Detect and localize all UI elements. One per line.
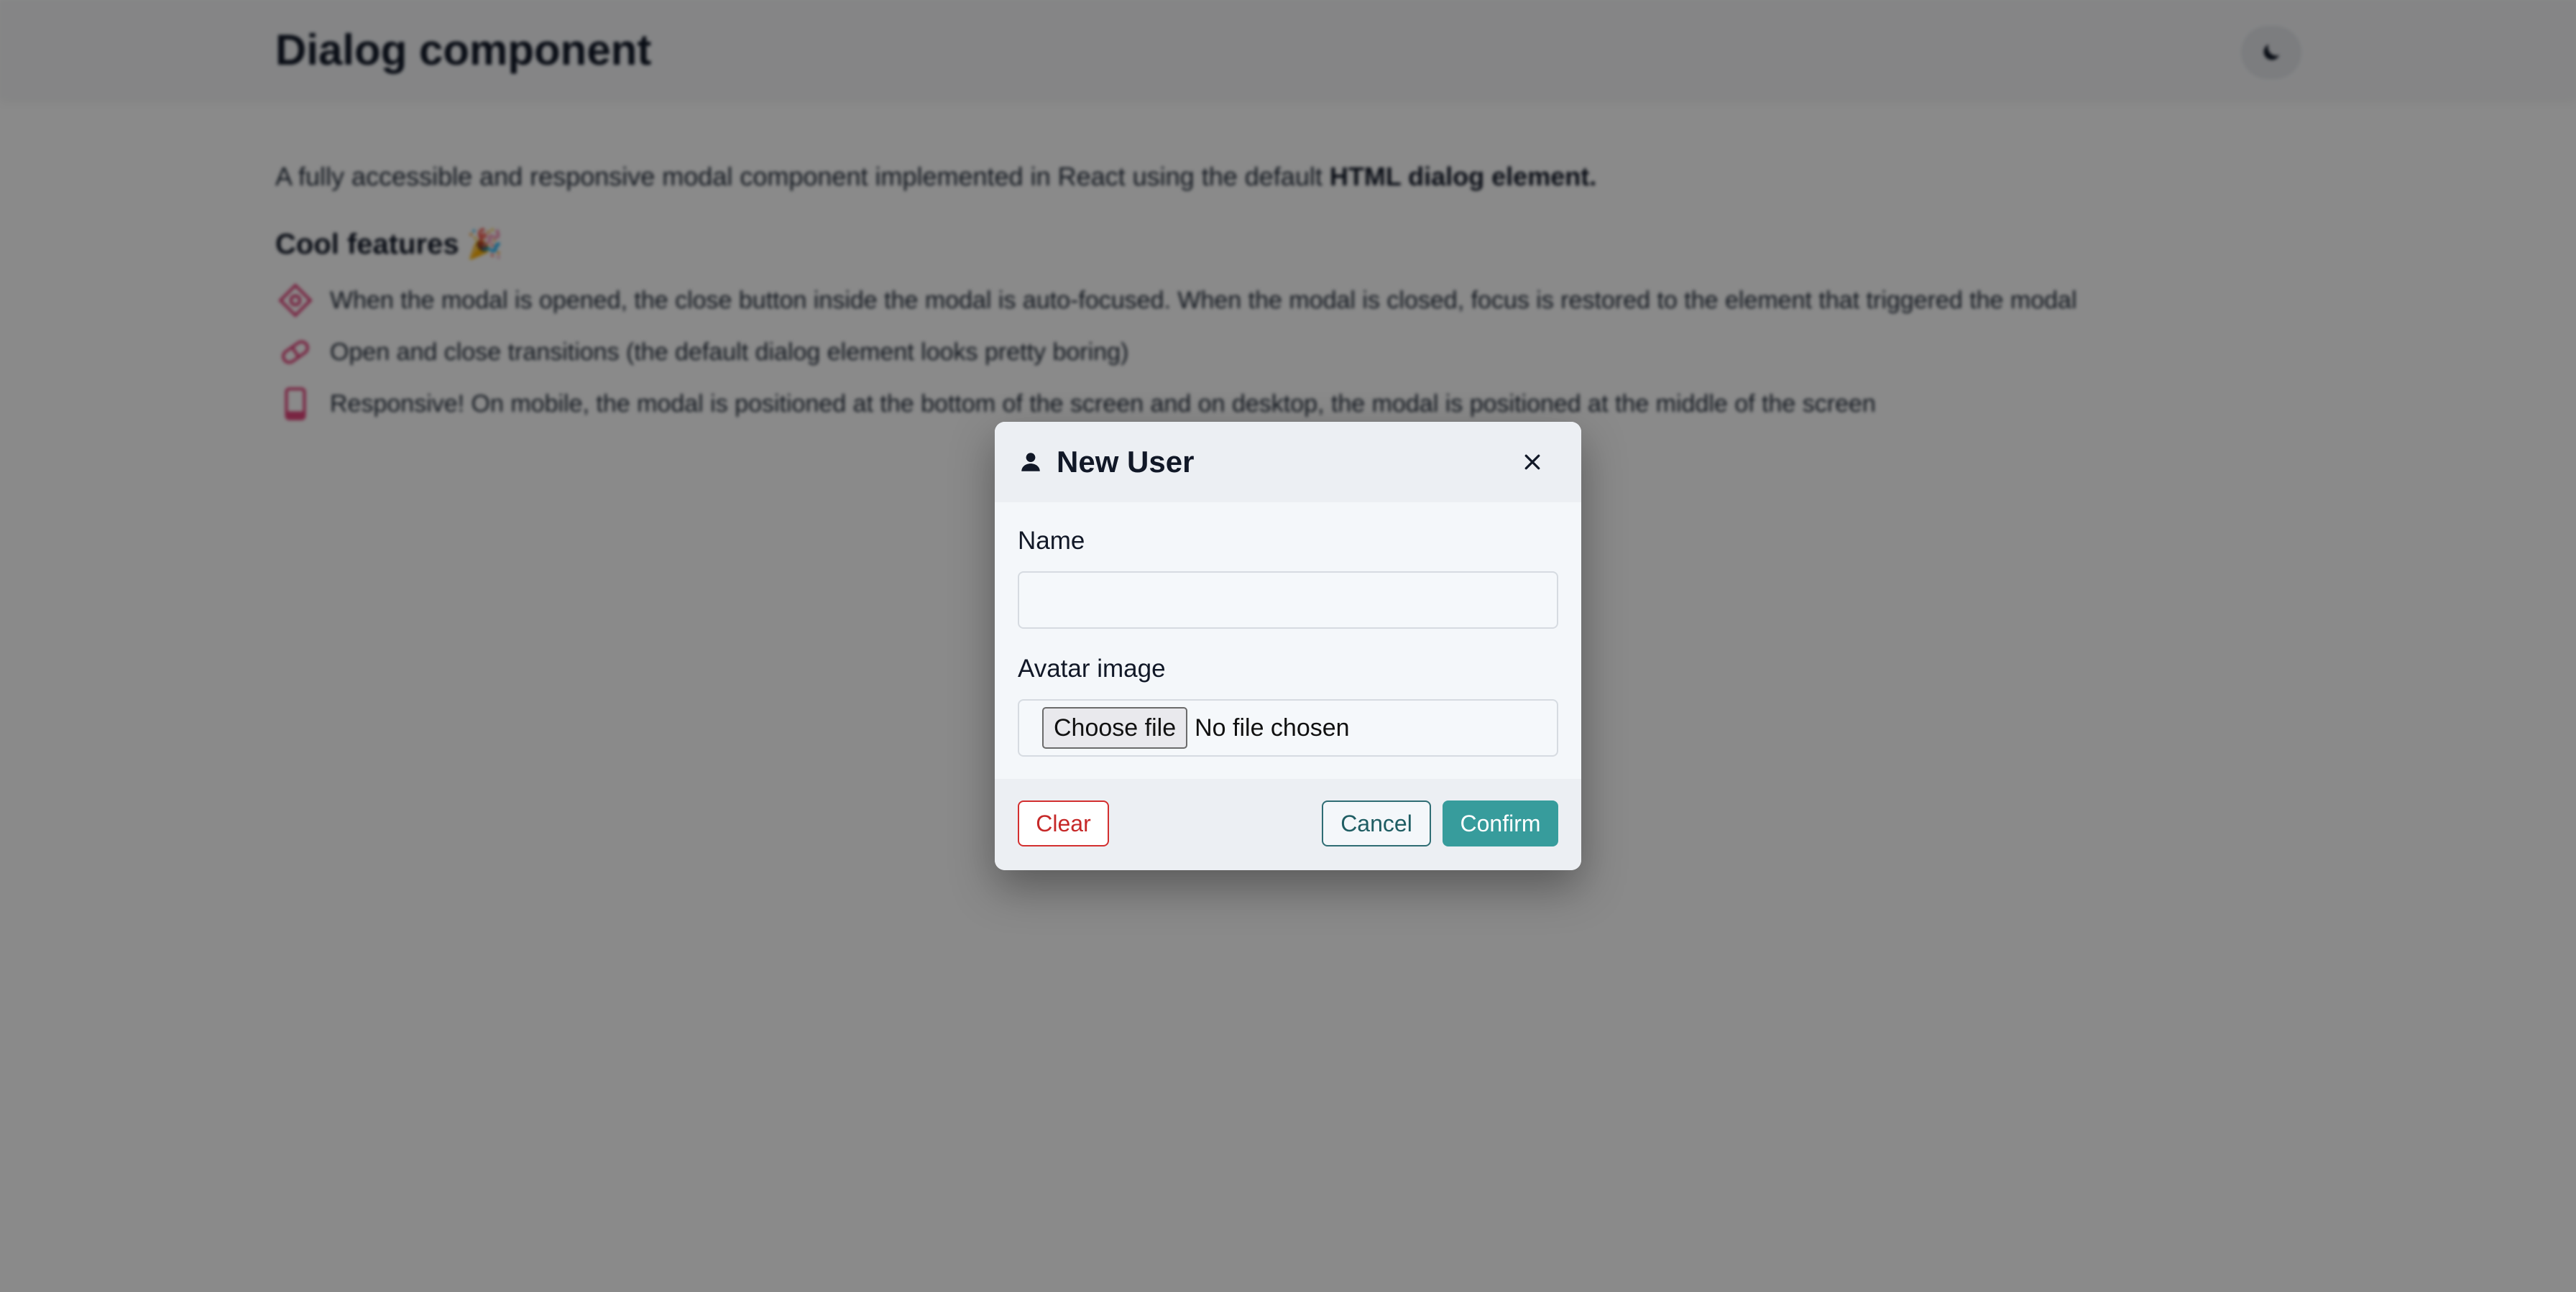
dialog-body: Name Avatar image Choose file No file ch…	[1018, 502, 1558, 757]
avatar-image-label: Avatar image	[1018, 655, 1166, 683]
close-icon	[1524, 454, 1540, 470]
avatar-file-input[interactable]: Choose file No file chosen	[1018, 699, 1558, 757]
confirm-button[interactable]: Confirm	[1443, 800, 1558, 846]
file-status-text: No file chosen	[1195, 714, 1350, 742]
dialog-title: New User	[1057, 445, 1195, 479]
choose-file-button[interactable]: Choose file	[1042, 707, 1188, 749]
dialog-footer: Clear Cancel Confirm	[995, 779, 1581, 870]
cancel-button[interactable]: Cancel	[1322, 800, 1431, 846]
clear-button[interactable]: Clear	[1018, 800, 1109, 846]
name-label: Name	[1018, 527, 1085, 555]
name-input[interactable]	[1018, 571, 1558, 629]
close-button[interactable]	[1509, 439, 1555, 485]
dialog-header: New User	[995, 422, 1581, 502]
user-icon	[1018, 449, 1044, 475]
new-user-dialog: New User Name Avatar image Choose file N…	[995, 422, 1581, 870]
